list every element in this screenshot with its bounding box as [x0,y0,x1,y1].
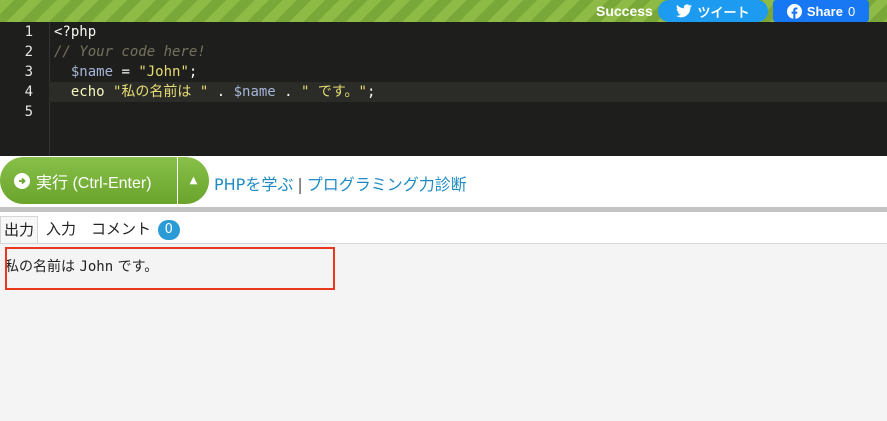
tab-input-label: 入力 [46,220,77,238]
tab-output-label: 出力 [4,221,35,239]
tab-input[interactable]: 入力 [43,216,79,243]
output-tabs: 出力 入力 コメント 0 [0,212,887,244]
code-line-3[interactable]: $name = "John"; [54,62,887,82]
code-line-2[interactable]: // Your code here! [54,42,887,62]
line-number: 1 [24,24,33,40]
variable-token: $name [70,64,114,80]
code-editor[interactable]: 1 2 3 4 5 <?php // Your code here! $name… [0,22,887,156]
semicolon-token: ; [188,64,198,80]
tab-output[interactable]: 出力 [0,216,39,243]
string-token: " です。" [301,84,367,100]
keyword-token: echo [70,84,105,100]
caret-up-icon: ▲ [189,175,198,186]
output-highlight-box [5,247,335,290]
share-count: 0 [847,3,856,19]
operator-token: = [113,64,139,80]
tab-comments[interactable]: コメント 0 [88,216,183,243]
action-toolbar: 実行 (Ctrl-Enter) ▲ PHPを学ぶ | プログラミング力診断 [0,156,887,207]
programming-diagnosis-link[interactable]: プログラミング力診断 [307,175,467,194]
twitter-bird-icon [676,4,693,18]
tweet-label: ツイート [697,4,750,20]
string-token: "John" [138,64,189,80]
code-lines[interactable]: <?php // Your code here! $name = "John";… [49,22,887,122]
string-token: "私の名前は " [104,84,209,100]
tab-comments-label: コメント [91,220,152,238]
line-number: 3 [24,64,33,80]
operator-token: . [275,84,302,100]
output-panel: 私の名前は John です。 [0,244,887,421]
code-line-5[interactable] [54,102,887,122]
php-open-tag: <?php [54,24,97,40]
code-comment: // Your code here! [54,44,206,60]
facebook-share-button[interactable]: Share 0 [773,0,869,22]
play-circle-icon [14,172,30,189]
variable-token: $name [233,84,276,100]
status-text: Success [596,3,653,19]
line-number: 2 [24,44,33,60]
toolbar-links: PHPを学ぶ | プログラミング力診断 [214,171,467,195]
operator-token: . [208,84,234,100]
learn-php-link[interactable]: PHPを学ぶ [214,175,293,194]
line-number: 4 [24,84,33,100]
link-separator: | [297,175,303,194]
run-options-dropdown[interactable]: ▲ [178,157,209,204]
facebook-icon [786,3,802,19]
run-label: 実行 (Ctrl-Enter) [36,174,152,192]
line-number-gutter: 1 2 3 4 5 [0,22,50,156]
run-button[interactable]: 実行 (Ctrl-Enter) [0,157,177,204]
line-number: 5 [24,104,33,120]
semicolon-token: ; [366,84,376,100]
share-label: Share [806,3,843,19]
code-line-1[interactable]: <?php [54,22,887,42]
code-line-4[interactable]: echo "私の名前は " . $name . " です。"; [49,82,887,102]
tweet-button[interactable]: ツイート [658,0,768,22]
top-status-bar: Success ツイート Share 0 [0,0,887,22]
comment-count-badge: 0 [157,219,180,240]
